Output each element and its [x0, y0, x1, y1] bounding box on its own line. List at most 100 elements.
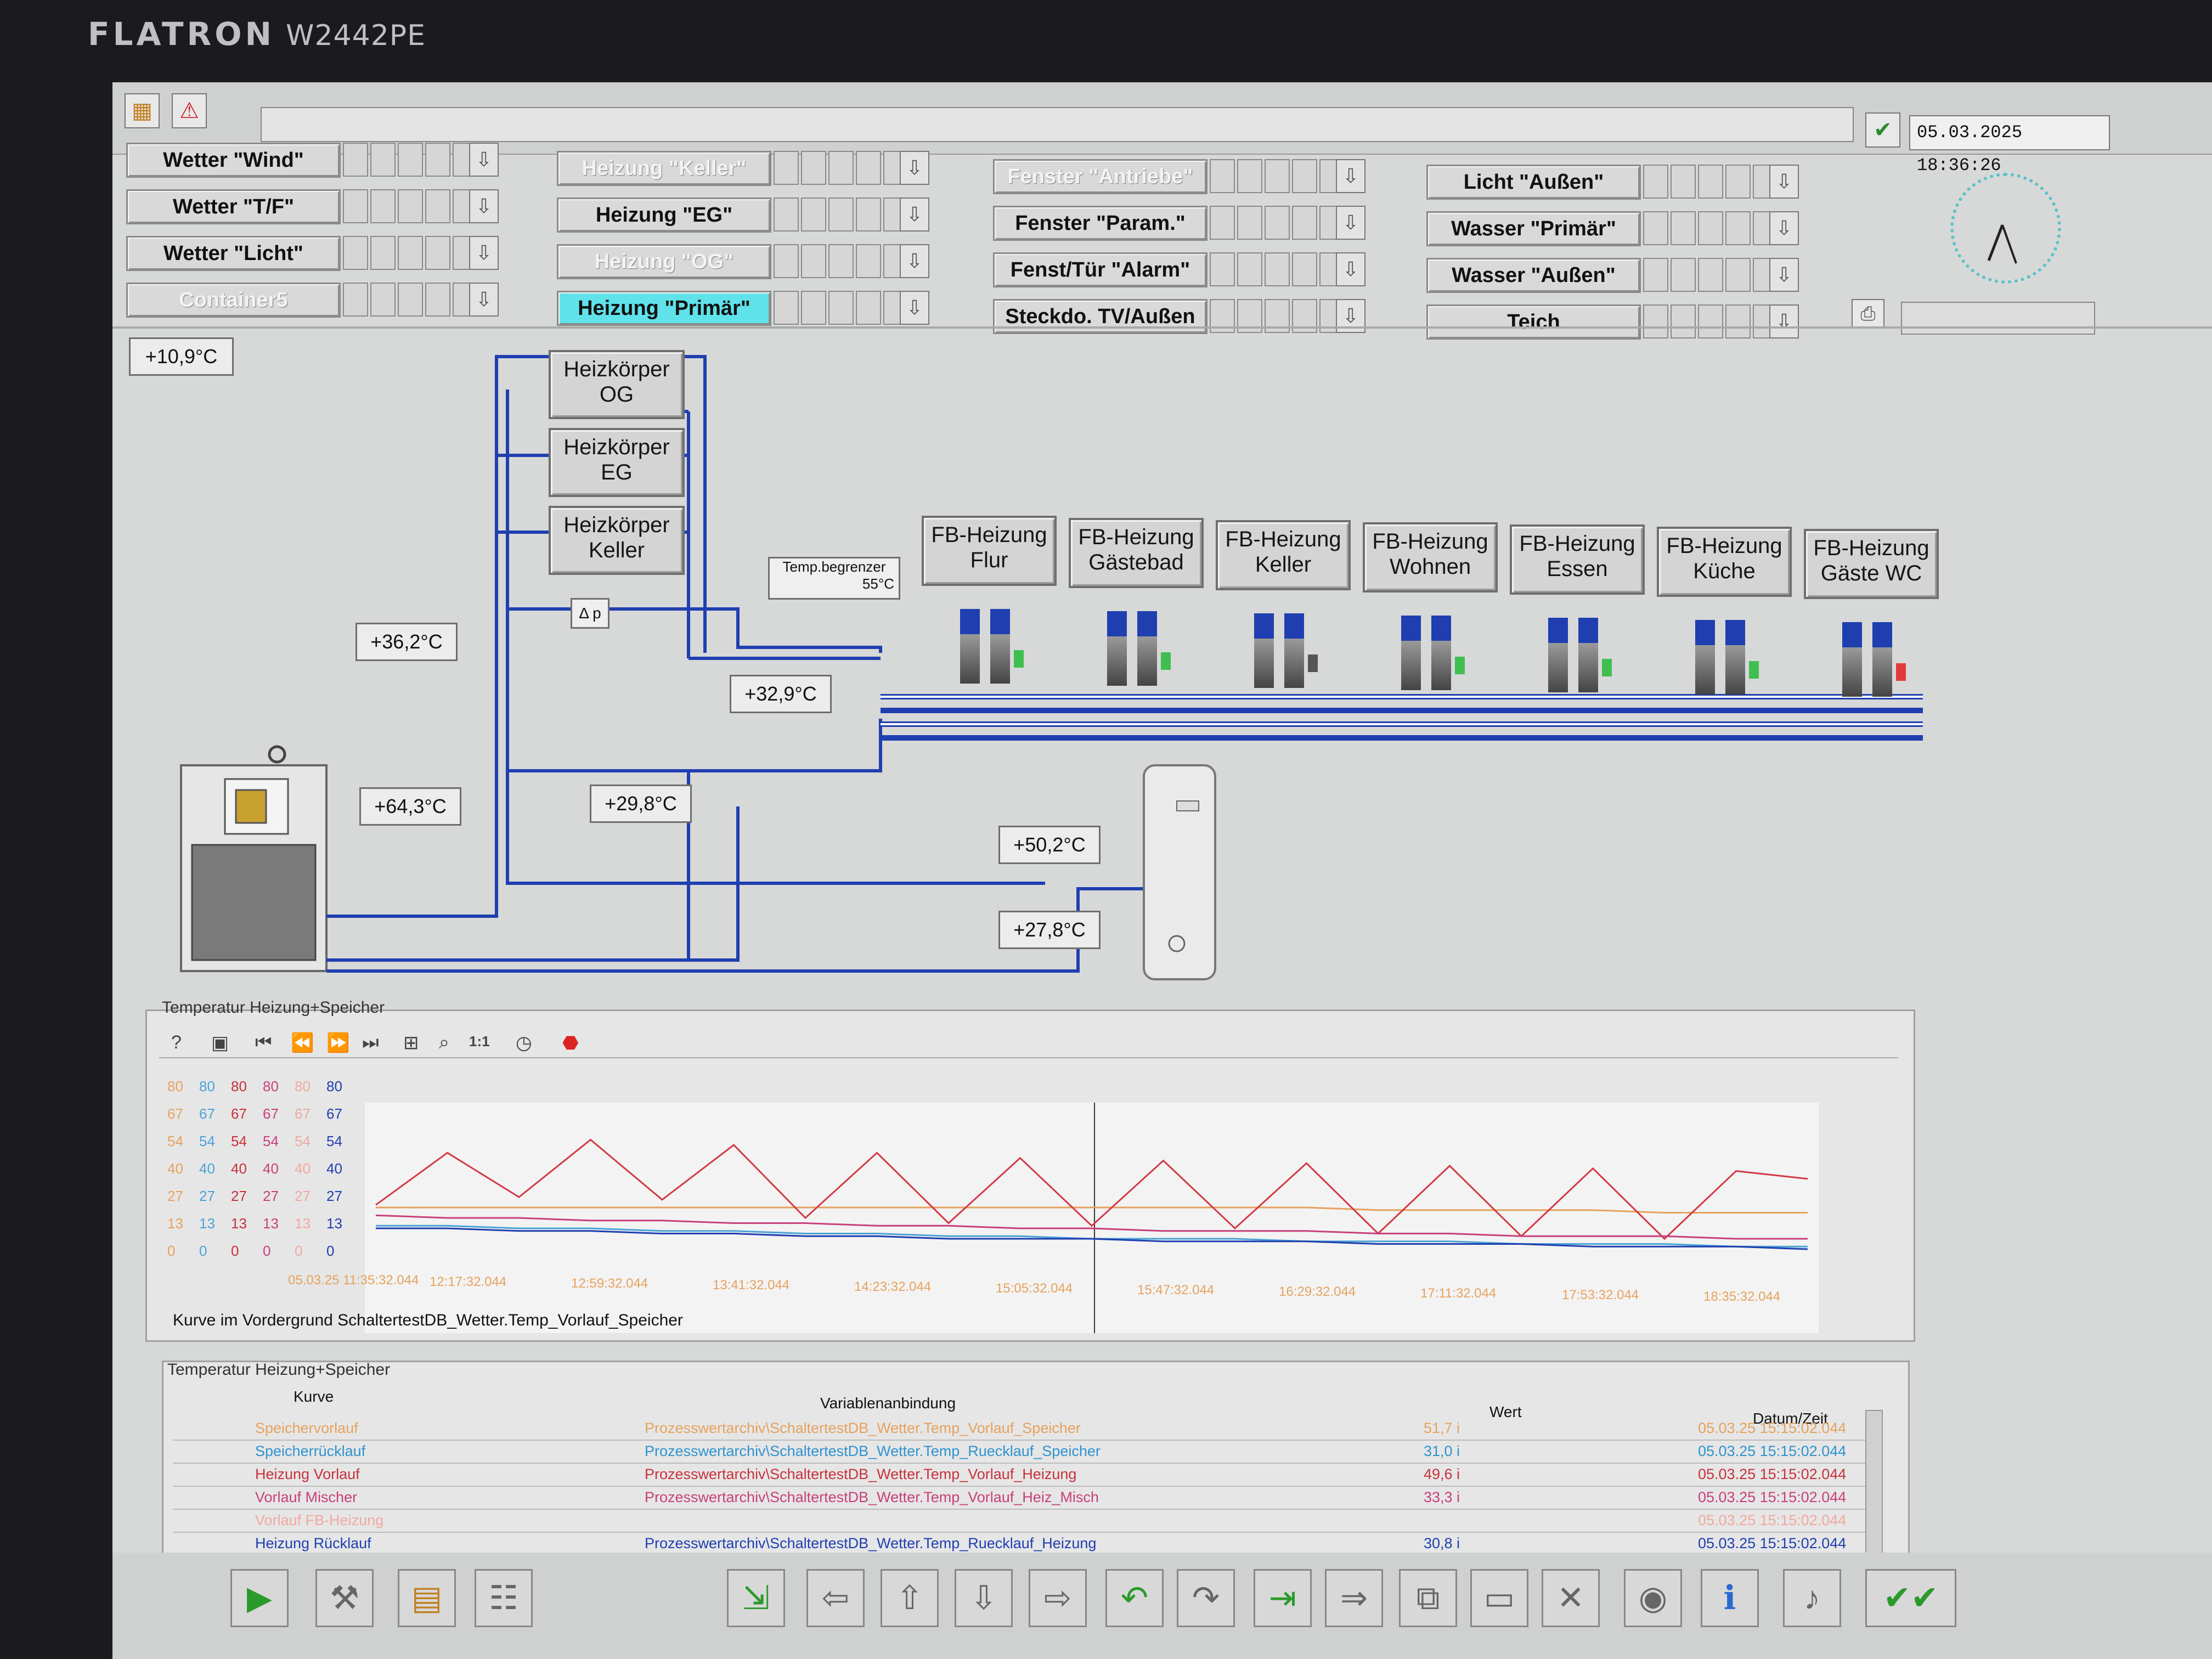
zoom-icon[interactable]: ⌕ [439, 1032, 449, 1053]
table-title: Temperatur Heizung+Speicher [167, 1361, 391, 1379]
delete-icon[interactable]: ✕ [1542, 1569, 1600, 1627]
floor-heating-status-led [1896, 663, 1906, 681]
report-icon[interactable]: ☷ [475, 1569, 533, 1627]
temp-value-5: +50,2°C [998, 826, 1101, 864]
info-icon[interactable]: ℹ [1701, 1569, 1759, 1627]
export-icon[interactable]: ⇒ [1325, 1569, 1383, 1627]
floor-heating-valve [1284, 613, 1304, 688]
zoom-reset-button[interactable]: 1:1 [469, 1033, 490, 1050]
cell-zeit: 05.03.25 15:15:02.044 [1698, 1420, 1847, 1436]
radiator-eg-box[interactable]: Heizkörper EG [549, 428, 685, 497]
floor-heating-box-4[interactable]: FB-Heizung Essen [1510, 524, 1645, 595]
archive-list-icon[interactable]: ▤ [398, 1569, 456, 1627]
temp-limiter-box: Temp.begrenzer 55°C [768, 557, 900, 600]
x-tick-label: 18:35:32.044 [1703, 1289, 1781, 1304]
table-row[interactable]: Heizung Vorlauf Prozesswertarchiv\Schalte… [173, 1463, 1879, 1487]
y-tick-label: 0 [295, 1243, 303, 1259]
y-tick-label: 67 [199, 1105, 215, 1122]
y-tick-label: 27 [263, 1188, 279, 1204]
y-tick-label: 54 [295, 1133, 311, 1149]
radiator-keller-box[interactable]: Heizkörper Keller [549, 506, 685, 575]
floor-heating-box-1[interactable]: FB-Heizung Gästebad [1069, 518, 1204, 588]
table-row[interactable]: Speicherrücklauf Prozesswertarchiv\Schalt… [173, 1440, 1879, 1464]
view-icon[interactable]: ◉ [1624, 1569, 1682, 1627]
floor-heating-box-5[interactable]: FB-Heizung Küche [1657, 527, 1792, 597]
floor-heating-box-6[interactable]: FB-Heizung Gäste WC [1804, 529, 1939, 599]
x-tick-label: 12:59:32.044 [571, 1276, 648, 1291]
y-tick-label: 13 [326, 1215, 342, 1232]
y-tick-label: 40 [295, 1160, 311, 1177]
table-row[interactable]: Vorlauf Mischer Prozesswertarchiv\Schalte… [173, 1486, 1879, 1510]
floor-heating-box-3[interactable]: FB-Heizung Wohnen [1363, 522, 1498, 592]
y-tick-label: 80 [263, 1078, 279, 1094]
arrow-down-icon[interactable]: ⇩ [955, 1569, 1013, 1627]
floor-heating-valve [1254, 613, 1274, 688]
y-tick-label: 13 [167, 1215, 183, 1232]
floor-heating-status-led [1602, 659, 1612, 676]
table-row[interactable]: Speichervorlauf Prozesswertarchiv\Schalte… [173, 1417, 1879, 1441]
copy-icon[interactable]: ⧉ [1399, 1569, 1457, 1627]
radiator-og-box[interactable]: Heizkörper OG [549, 350, 685, 419]
arrow-right-icon[interactable]: ⇨ [1029, 1569, 1087, 1627]
col-variablenanbindung: Variablenanbindung [820, 1395, 956, 1412]
y-tick-label: 67 [231, 1105, 247, 1122]
cell-kurve: Speicherrücklauf [255, 1443, 366, 1459]
cell-wert: 30,8 i [1424, 1535, 1460, 1551]
timer-icon[interactable]: ◷ [516, 1032, 532, 1054]
help-icon[interactable]: ? [171, 1032, 182, 1053]
save-icon[interactable]: ▭ [1470, 1569, 1528, 1627]
floor-heating-valve [1872, 622, 1892, 697]
cell-zeit: 05.03.25 15:15:02.044 [1698, 1489, 1847, 1505]
acknowledge-all-icon[interactable]: ✔✔ [1865, 1569, 1956, 1627]
cell-kurve: Vorlauf Mischer [255, 1489, 358, 1505]
temp-value-6: +27,8°C [998, 911, 1101, 949]
x-tick-label: 12:17:32.044 [430, 1274, 507, 1289]
y-tick-label: 0 [231, 1243, 239, 1259]
cell-wert: 33,3 i [1424, 1489, 1460, 1505]
back-icon[interactable]: ⏪ [291, 1032, 314, 1054]
cell-var: Prozesswertarchiv\SchaltertestDB_Wetter.… [645, 1443, 1101, 1459]
floor-heating-box-2[interactable]: FB-Heizung Keller [1216, 520, 1351, 590]
floor-heating-status-led [1014, 650, 1024, 668]
undo-icon[interactable]: ↶ [1105, 1569, 1164, 1627]
hmi-screen: ▦ ⚠ ✔ 05.03.2025 18:36:26 Wetter "Wind" ⇩… [112, 82, 2212, 1659]
x-tick-label: 13:41:32.044 [713, 1278, 790, 1293]
first-icon[interactable]: ⏮ [255, 1032, 272, 1053]
floor-heating-valve [1578, 618, 1598, 692]
start-play-icon[interactable]: ▶ [230, 1569, 289, 1627]
stop-icon[interactable]: ⬣ [562, 1032, 579, 1054]
cell-kurve: Heizung Rücklauf [255, 1535, 371, 1551]
floor-heating-valve [1548, 618, 1568, 692]
floor-heating-box-0[interactable]: FB-Heizung Flur [922, 516, 1057, 586]
zoom-area-icon[interactable]: ⊞ [403, 1032, 419, 1054]
trend-series-line-4 [376, 1227, 1808, 1250]
y-tick-label: 27 [199, 1188, 215, 1204]
tools-icon[interactable]: ⚒ [315, 1569, 374, 1627]
forward-icon[interactable]: ⏩ [326, 1032, 349, 1054]
y-tick-label: 13 [231, 1215, 247, 1232]
screen-select-icon[interactable]: ⇲ [727, 1569, 785, 1627]
import-icon[interactable]: ⇥ [1254, 1569, 1312, 1627]
redo-icon[interactable]: ↷ [1177, 1569, 1235, 1627]
table-scrollbar[interactable] [1865, 1410, 1883, 1555]
y-tick-label: 13 [263, 1215, 279, 1232]
y-tick-label: 80 [231, 1078, 247, 1094]
temp-value-4: +29,8°C [590, 785, 692, 823]
floor-heating-status-led [1308, 654, 1318, 672]
floor-heating-valve [960, 609, 980, 684]
last-icon[interactable]: ⏭ [362, 1032, 379, 1053]
sound-icon[interactable]: ♪ [1783, 1569, 1841, 1627]
table-row[interactable]: Vorlauf FB-Heizung 05.03.25 15:15:02.044 [173, 1509, 1879, 1533]
trend-series-line-2 [375, 1214, 1808, 1240]
arrow-left-icon[interactable]: ⇦ [806, 1569, 865, 1627]
y-tick-label: 80 [326, 1078, 342, 1094]
y-tick-label: 67 [263, 1105, 279, 1122]
y-tick-label: 40 [326, 1160, 342, 1177]
config-icon[interactable]: ▣ [211, 1032, 229, 1054]
floor-heating-status-led [1161, 652, 1171, 670]
y-tick-label: 67 [167, 1105, 183, 1122]
cell-var: Prozesswertarchiv\SchaltertestDB_Wetter.… [645, 1466, 1077, 1482]
cell-wert: 51,7 i [1424, 1420, 1460, 1436]
arrow-up-icon[interactable]: ⇧ [881, 1569, 939, 1627]
y-tick-label: 40 [263, 1160, 279, 1177]
